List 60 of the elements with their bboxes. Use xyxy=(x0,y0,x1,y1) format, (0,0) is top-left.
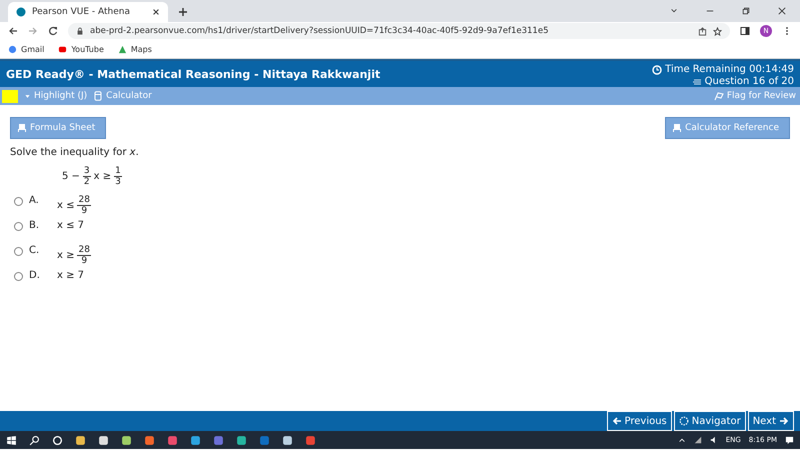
option-letter: D. xyxy=(29,270,41,281)
fraction: 28 9 xyxy=(77,195,91,216)
back-icon xyxy=(8,26,18,36)
fraction: 3 2 xyxy=(82,166,91,187)
radio-button[interactable] xyxy=(14,222,23,231)
math-text: x ≥ xyxy=(57,250,74,261)
flag-icon xyxy=(714,91,724,101)
calculator-icon xyxy=(93,91,104,101)
question-prompt: Solve the inequality for x. xyxy=(10,147,140,158)
previous-button[interactable]: Previous xyxy=(606,411,672,431)
arrow-left-icon xyxy=(612,416,622,426)
math-text: x ≤ 7 xyxy=(57,220,84,231)
bookmark-link[interactable]: Maps xyxy=(130,44,152,54)
fraction: 1 3 xyxy=(114,166,122,187)
close-icon xyxy=(778,7,786,15)
option-letter: A. xyxy=(29,195,40,206)
volume-icon xyxy=(710,436,718,444)
bookmark-link[interactable]: YouTube xyxy=(71,44,104,54)
math-text: x ≤ xyxy=(57,200,74,211)
highlight-color-swatch[interactable] xyxy=(2,90,18,102)
option-letter: C. xyxy=(29,245,40,256)
navigator-button[interactable]: Navigator xyxy=(674,411,746,431)
network-icon xyxy=(694,436,702,444)
browser-tab[interactable]: Pearson VUE - Athena xyxy=(8,2,168,22)
dotted-circle-icon xyxy=(678,416,689,426)
fraction: 28 9 xyxy=(77,245,91,266)
math-text: x ≥ 7 xyxy=(57,270,84,281)
windows-icon xyxy=(6,434,17,446)
address-bar[interactable]: abe-prd-2.pearsonvue.com/hs1/driver/startDelivery?sessionUUID=71fc3c34-40ac-40f5-92d9-9a7ef1e311e5 xyxy=(68,23,730,39)
radio-button[interactable] xyxy=(14,247,23,256)
radio-button[interactable] xyxy=(14,197,23,206)
exam-title: GED Ready® - Mathematical Reasoning - Nittaya Rakkwanjit xyxy=(6,68,380,80)
close-icon xyxy=(152,8,160,16)
restore-icon xyxy=(742,7,750,15)
star-icon xyxy=(713,26,722,36)
chair-icon xyxy=(672,123,682,133)
time-remaining: Time Remaining 00:14:49 xyxy=(665,64,794,76)
math-text: x ≥ xyxy=(94,171,112,182)
circle-icon xyxy=(52,434,63,446)
share-icon xyxy=(698,26,707,36)
chevron-up-icon xyxy=(678,436,686,444)
list-icon xyxy=(692,77,702,87)
arrow-right-icon xyxy=(779,416,789,426)
notification-icon xyxy=(785,436,794,444)
forward-icon xyxy=(28,26,38,36)
chair-icon xyxy=(17,123,27,133)
radio-button[interactable] xyxy=(14,272,23,281)
caret-icon xyxy=(24,92,31,100)
option-letter: B. xyxy=(29,220,40,231)
search-icon xyxy=(29,434,40,446)
question-counter: Question 16 of 20 xyxy=(704,76,794,88)
clock-icon xyxy=(652,65,662,75)
next-button[interactable]: Next xyxy=(748,411,794,431)
lock-icon xyxy=(76,27,84,35)
math-text: 5 − xyxy=(62,171,80,182)
chevron-down-icon xyxy=(670,7,678,15)
new-tab-icon xyxy=(178,7,188,17)
bookmark-link[interactable]: Gmail xyxy=(21,44,44,54)
side-panel-icon xyxy=(740,26,750,36)
reload-icon xyxy=(48,26,58,36)
